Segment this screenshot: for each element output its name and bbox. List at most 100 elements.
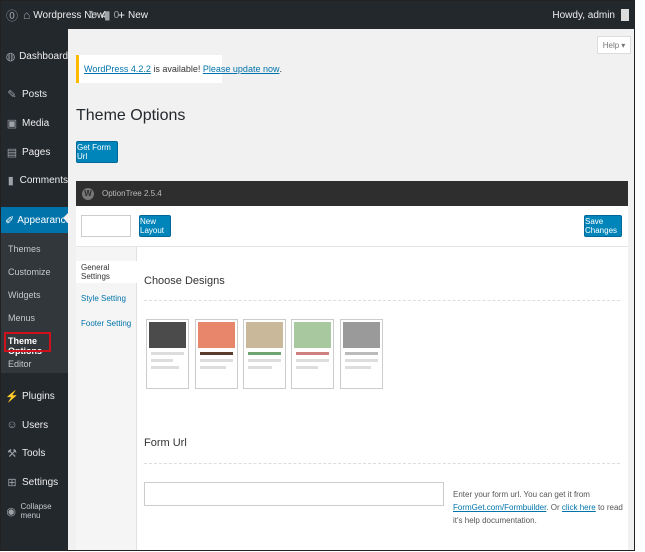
thumbnail-line (200, 359, 233, 362)
sidebar-item-appearance[interactable]: ✐ Appearance (1, 207, 72, 233)
home-icon: ⌂ (23, 8, 31, 22)
submenu-item-menus[interactable]: Menus (8, 313, 35, 323)
thumbnail-line (151, 352, 184, 355)
optiontree-toolbar: New Layout Save Changes (76, 206, 628, 247)
collapse-icon: ◉ (6, 505, 17, 518)
click-here-link[interactable]: click here (562, 503, 596, 512)
thumbnail-line (296, 359, 329, 362)
media-icon: ▣ (6, 117, 18, 130)
plus-icon: + (118, 8, 126, 22)
choose-designs-heading: Choose Designs (144, 275, 225, 287)
help-text: Enter your form url. You can get it from (453, 490, 590, 499)
updates-icon: ↻ (88, 8, 99, 22)
sidebar-item-plugins[interactable]: ⚡ Plugins (1, 385, 68, 407)
new-content-link[interactable]: + New (118, 1, 148, 29)
sidebar-item-label: Users (22, 419, 49, 431)
thumbnail-line (345, 352, 378, 355)
sidebar-item-settings[interactable]: ⊞ Settings (1, 471, 68, 493)
settings-tabs: General Settings Style Setting Footer Se… (76, 247, 137, 550)
wrench-icon: ⚒ (7, 447, 17, 460)
sidebar-item-label: Plugins (22, 390, 55, 402)
theme-options-highlight (4, 332, 51, 352)
sidebar-item-label: Settings (22, 476, 59, 488)
thumbnail-line (151, 359, 174, 362)
optiontree-header: W OptionTree 2.5.4 (76, 181, 628, 206)
plug-icon: ⚡ (5, 390, 19, 403)
layout-name-input[interactable] (81, 215, 131, 237)
admin-bar: ⓪ ⌂ Wordpress New ↻ 4 ▮ 0 + New Howdy, a… (1, 1, 634, 29)
sidebar-item-label: Tools (22, 447, 46, 459)
submenu-item-editor[interactable]: Editor (8, 359, 32, 369)
optiontree-logo-icon: W (82, 187, 94, 200)
design-thumbnail-1[interactable] (146, 319, 189, 389)
sidebar-item-comments[interactable]: ▮ Comments (1, 169, 68, 191)
form-url-help-text: Enter your form url. You can get it from… (453, 488, 623, 527)
sidebar-item-label: Appearance (17, 214, 72, 226)
brush-icon: ✐ (5, 214, 15, 227)
wp-logo-button[interactable]: ⓪ (6, 1, 18, 29)
submenu-item-themes[interactable]: Themes (8, 244, 41, 254)
save-changes-button[interactable]: Save Changes (584, 215, 622, 237)
new-layout-button[interactable]: New Layout (139, 215, 171, 237)
thumbnail-preview (343, 322, 380, 348)
sidebar-item-dashboard[interactable]: ◍ Dashboard (1, 45, 68, 67)
account-menu[interactable]: Howdy, admin (552, 1, 629, 29)
notice-end: . (279, 64, 282, 74)
howdy-text: Howdy, admin (552, 9, 615, 21)
collapse-menu-button[interactable]: ◉ Collapse menu (1, 500, 68, 522)
help-text: . Or (546, 503, 562, 512)
pin-icon: ✎ (7, 88, 17, 101)
browser-frame: ⓪ ⌂ Wordpress New ↻ 4 ▮ 0 + New Howdy, a… (0, 0, 635, 551)
comment-icon: ▮ (7, 174, 14, 187)
comments-link[interactable]: ▮ 0 (104, 1, 119, 29)
new-label: New (128, 9, 149, 21)
tab-style-setting[interactable]: Style Setting (76, 287, 136, 309)
update-now-link[interactable]: Please update now (203, 64, 280, 74)
sidebar-item-tools[interactable]: ⚒ Tools (1, 442, 68, 464)
sidebar-item-label: Media (22, 117, 50, 129)
thumbnail-preview (294, 322, 331, 348)
divider (144, 300, 620, 301)
wordpress-version-link[interactable]: WordPress 4.2.2 (84, 64, 151, 74)
dashboard-icon: ◍ (5, 50, 16, 63)
admin-sidebar: ◍ Dashboard ✎ Posts ▣ Media ▤ Pages ▮ Co… (1, 29, 72, 550)
submenu-item-widgets[interactable]: Widgets (8, 290, 41, 300)
thumbnail-preview (149, 322, 186, 348)
divider (144, 463, 620, 464)
thumbnail-line (200, 352, 233, 355)
thumbnail-line (248, 352, 281, 355)
design-thumbnail-3[interactable] (243, 319, 286, 389)
comment-icon: ▮ (104, 8, 111, 22)
design-thumbnail-4[interactable] (291, 319, 334, 389)
thumbnail-line (248, 366, 273, 369)
thumbnail-line (200, 366, 226, 369)
thumbnail-line (345, 366, 371, 369)
form-url-input[interactable] (144, 482, 444, 506)
design-thumbnail-2[interactable] (195, 319, 238, 389)
tab-general-settings[interactable]: General Settings (76, 261, 137, 283)
formget-link[interactable]: FormGet.com/Formbuilder (453, 503, 546, 512)
update-notice: WordPress 4.2.2 is available! Please upd… (76, 55, 282, 83)
sidebar-item-posts[interactable]: ✎ Posts (1, 83, 68, 105)
pages-icon: ▤ (6, 146, 18, 159)
help-tab-button[interactable]: Help ▾ (597, 36, 631, 54)
submenu-item-customize[interactable]: Customize (8, 267, 51, 277)
avatar (621, 9, 629, 21)
sidebar-item-label: Pages (22, 146, 51, 158)
sidebar-item-media[interactable]: ▣ Media (1, 112, 68, 134)
thumbnail-preview (198, 322, 235, 348)
thumbnail-line (345, 359, 378, 362)
sidebar-item-users[interactable]: ☺ Users (1, 414, 68, 436)
tab-footer-setting[interactable]: Footer Setting (76, 312, 136, 334)
form-url-heading: Form Url (144, 437, 187, 449)
appearance-submenu: Themes Customize Widgets Menus Theme Opt… (1, 233, 68, 373)
help-label: Help (602, 40, 620, 50)
wordpress-logo-icon: ⓪ (6, 8, 19, 23)
get-form-url-button[interactable]: Get Form Url (76, 141, 118, 163)
caret-down-icon: ▾ (621, 40, 626, 50)
thumbnail-line (296, 366, 319, 369)
optiontree-title: OptionTree 2.5.4 (102, 189, 162, 198)
sidebar-item-pages[interactable]: ▤ Pages (1, 141, 68, 163)
page-title: Theme Options (76, 107, 186, 124)
design-thumbnail-5[interactable] (340, 319, 383, 389)
